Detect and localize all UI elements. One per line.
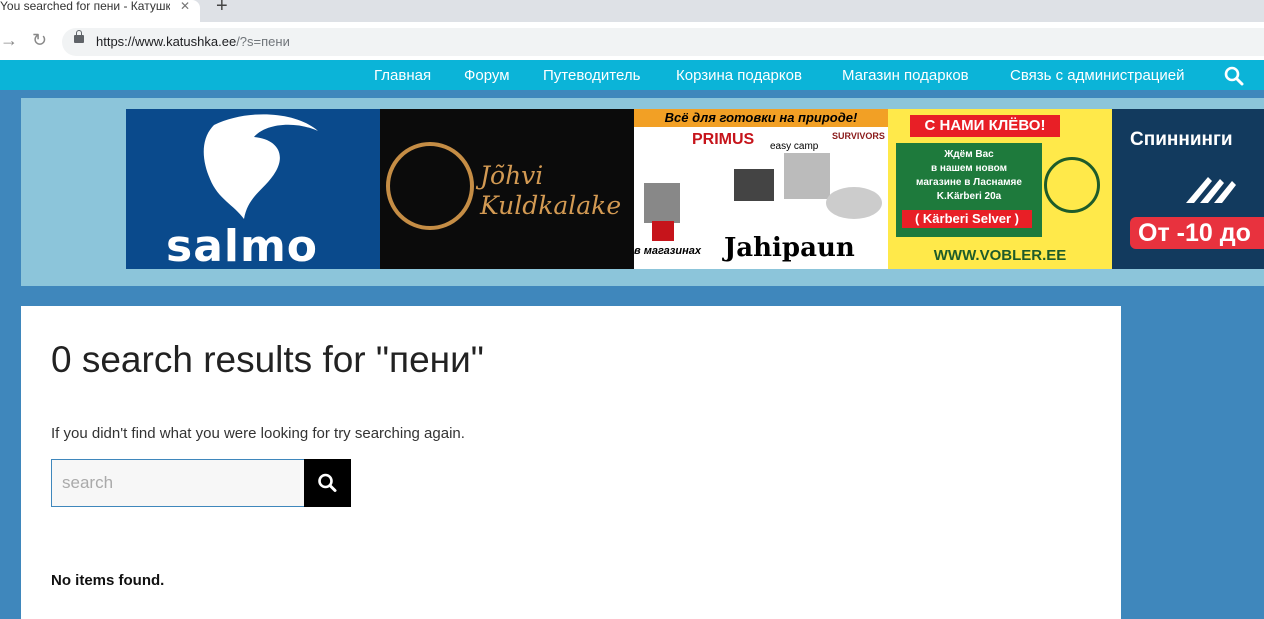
vobler-headline: С НАМИ КЛЁВО! bbox=[910, 115, 1060, 137]
banner-daiwa[interactable]: Спиннинги От -10 до bbox=[1112, 109, 1264, 269]
kuldkalake-emblem bbox=[386, 142, 474, 230]
nav-item-home[interactable]: Главная bbox=[374, 60, 431, 92]
url-path: /?s=пени bbox=[236, 34, 290, 49]
banner-salmo[interactable]: salmo bbox=[126, 109, 380, 269]
banner-strip: salmo Jõhvi Kuldkalake Всё для готовки н… bbox=[21, 98, 1264, 286]
vobler-line: в нашем новом bbox=[930, 163, 1007, 174]
vobler-line: магазине в Ласнамяе bbox=[916, 177, 1022, 188]
browser-tab[interactable]: You searched for пени - Катушка ✕ bbox=[0, 0, 200, 22]
jahipaun-logo: Jahipaun bbox=[724, 233, 855, 263]
search-hint: If you didn't find what you were looking… bbox=[51, 425, 465, 442]
vobler-line: K.Kärberi 20a bbox=[936, 191, 1002, 202]
banner-kuldkalake[interactable]: Jõhvi Kuldkalake bbox=[380, 109, 634, 269]
forward-icon[interactable]: → bbox=[0, 30, 18, 50]
vobler-location: ( Kärberi Selver ) bbox=[902, 210, 1032, 228]
kuldkalake-wordmark: Jõhvi Kuldkalake bbox=[480, 161, 630, 221]
lock-icon[interactable] bbox=[74, 30, 84, 43]
nav-item-forum[interactable]: Форум bbox=[464, 60, 510, 92]
nav-item-guide[interactable]: Путеводитель bbox=[543, 60, 640, 92]
daiwa-sale-badge: От -10 до bbox=[1130, 217, 1264, 249]
nav-item-gift-shop[interactable]: Магазин подарков bbox=[842, 60, 969, 92]
banner-vobler[interactable]: С НАМИ КЛЁВО! Ждём Вас в нашем новом маг… bbox=[888, 109, 1112, 269]
page-title: 0 search results for "пени" bbox=[51, 339, 484, 380]
address-bar[interactable]: https://www.katushka.ee/?s=пени bbox=[62, 28, 1264, 56]
nav-item-gift-basket[interactable]: Корзина подарков bbox=[676, 60, 802, 92]
kuldkalake-line2: Kuldkalake bbox=[480, 191, 622, 220]
reload-icon[interactable]: ↻ bbox=[32, 30, 47, 50]
search-icon[interactable] bbox=[1224, 66, 1244, 86]
daiwa-logo-icon bbox=[1186, 177, 1236, 203]
vobler-line: Ждём Вас bbox=[944, 149, 994, 160]
kuldkalake-line1: Jõhvi bbox=[480, 161, 544, 190]
vobler-round-logo bbox=[1044, 157, 1100, 213]
search-button[interactable] bbox=[304, 459, 351, 507]
no-items-message: No items found. bbox=[51, 572, 165, 589]
daiwa-headline: Спиннинги bbox=[1130, 129, 1233, 150]
browser-tabstrip: You searched for пени - Катушка ✕ + bbox=[0, 0, 1264, 22]
new-tab-button[interactable]: + bbox=[216, 0, 228, 17]
url-host: https://www.katushka.ee bbox=[96, 34, 237, 49]
tab-title: You searched for пени - Катушка bbox=[0, 0, 170, 13]
site-nav: Главная Форум Путеводитель Корзина подар… bbox=[0, 60, 1264, 90]
main-content: 0 search results for "пени" If you didn'… bbox=[21, 306, 1121, 619]
search-icon bbox=[318, 473, 337, 492]
close-icon[interactable]: ✕ bbox=[180, 0, 190, 13]
banner-jahipaun[interactable]: Всё для готовки на природе! PRIMUS easy … bbox=[634, 109, 888, 269]
nav-item-contact-admin[interactable]: Связь с администрацией bbox=[1010, 60, 1184, 92]
search-input[interactable] bbox=[51, 459, 313, 507]
url-text: https://www.katushka.ee/?s=пени bbox=[96, 28, 290, 56]
jahipaun-footnote: в магазинах bbox=[634, 245, 702, 257]
salmo-wordmark: salmo bbox=[166, 221, 319, 269]
vobler-url: WWW.VOBLER.EE bbox=[933, 247, 1067, 264]
